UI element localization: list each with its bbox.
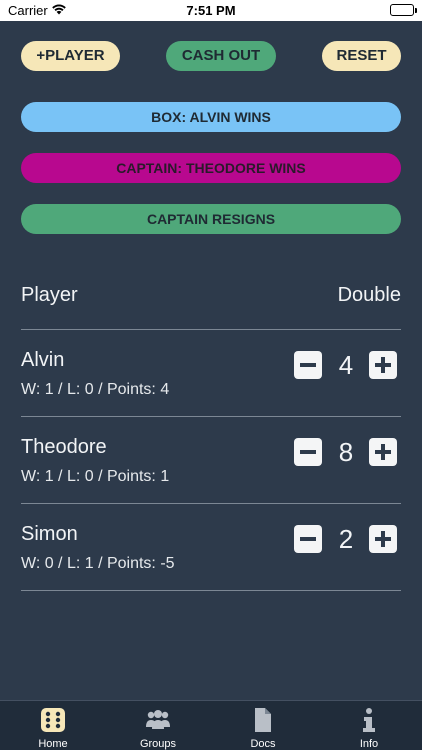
tab-bar: Home Groups Docs Info (0, 700, 422, 750)
player-name: Theodore (21, 436, 107, 458)
minus-icon (300, 450, 316, 454)
tab-docs[interactable]: Docs (210, 701, 316, 750)
increase-double-button[interactable] (369, 525, 397, 553)
player-row: Simon W: 0 / L: 1 / Points: -5 2 (21, 504, 401, 591)
player-name: Alvin (21, 349, 65, 371)
player-name: Simon (21, 523, 78, 545)
player-stats: W: 0 / L: 1 / Points: -5 (21, 555, 175, 572)
tab-groups[interactable]: Groups (105, 701, 211, 750)
document-icon (255, 708, 271, 732)
player-row: Alvin W: 1 / L: 0 / Points: 4 4 (21, 330, 401, 417)
double-value: 4 (338, 350, 354, 380)
dice-icon (41, 708, 65, 732)
plus-icon (375, 444, 391, 460)
tab-label: Docs (250, 738, 276, 750)
plus-icon (375, 357, 391, 373)
minus-icon (300, 363, 316, 367)
decrease-double-button[interactable] (294, 438, 322, 466)
reset-button[interactable]: RESET (322, 41, 401, 71)
users-icon (146, 710, 170, 729)
tab-label: Home (38, 738, 68, 750)
tab-label: Info (359, 738, 379, 750)
tab-label: Groups (139, 738, 177, 750)
clock: 7:51 PM (186, 3, 236, 18)
decrease-double-button[interactable] (294, 351, 322, 379)
row-divider (21, 590, 401, 591)
player-column-header: Player (21, 284, 78, 306)
decrease-double-button[interactable] (294, 525, 322, 553)
captain-wins-button[interactable]: CAPTAIN: THEODORE WINS (21, 153, 401, 183)
plus-icon (375, 531, 391, 547)
box-wins-button[interactable]: BOX: ALVIN WINS (21, 102, 401, 132)
double-value: 2 (338, 524, 354, 554)
battery-tip (415, 8, 417, 13)
tab-home[interactable]: Home (0, 701, 106, 750)
double-value: 8 (338, 437, 354, 467)
status-bar: Carrier 7:51 PM (0, 0, 422, 21)
double-column-header: Double (337, 284, 401, 306)
player-row: Theodore W: 1 / L: 0 / Points: 1 8 (21, 417, 401, 504)
battery-icon (390, 4, 414, 16)
add-player-button[interactable]: +PLAYER (21, 41, 120, 71)
minus-icon (300, 537, 316, 541)
cash-out-button[interactable]: CASH OUT (166, 41, 276, 71)
player-stats: W: 1 / L: 0 / Points: 4 (21, 381, 170, 398)
increase-double-button[interactable] (369, 351, 397, 379)
tab-info[interactable]: Info (316, 701, 422, 750)
info-icon (363, 708, 375, 732)
increase-double-button[interactable] (369, 438, 397, 466)
captain-resigns-button[interactable]: CAPTAIN RESIGNS (21, 204, 401, 234)
player-stats: W: 1 / L: 0 / Points: 1 (21, 468, 170, 485)
